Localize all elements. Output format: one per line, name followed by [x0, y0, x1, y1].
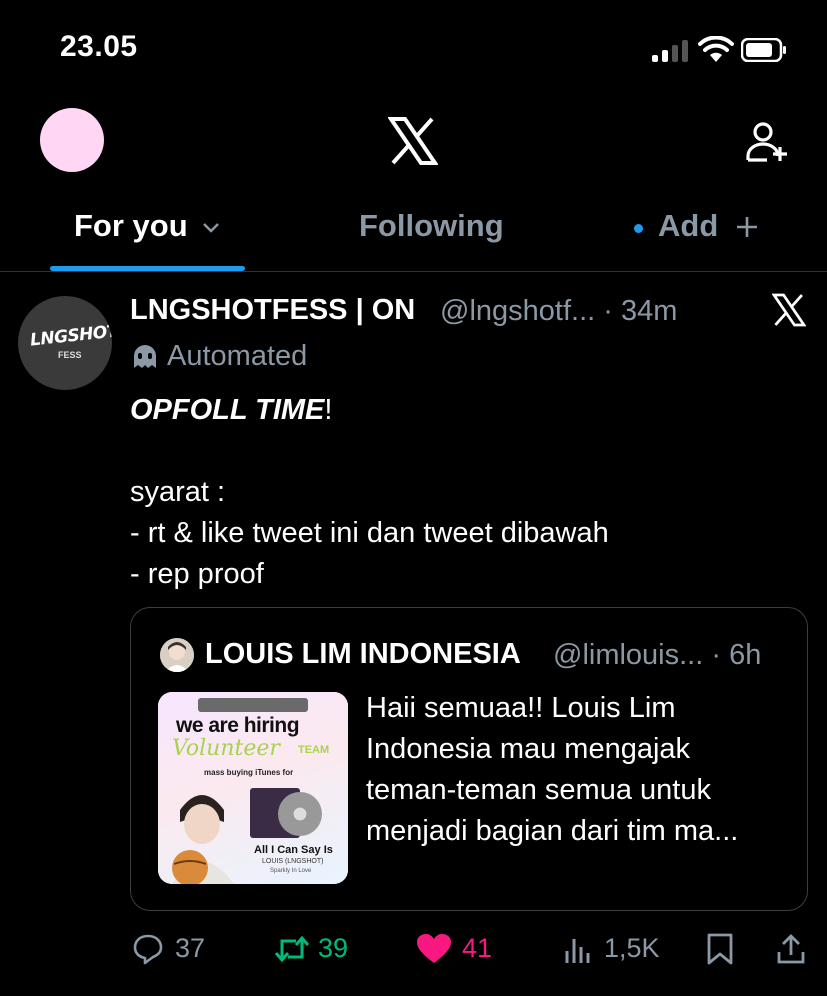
like-count: 41	[462, 933, 493, 963]
retweet-count: 39	[318, 933, 349, 963]
retweet-icon[interactable]	[274, 933, 310, 965]
bot-icon	[130, 344, 160, 372]
tweet-text-line: syarat :	[130, 476, 226, 508]
battery-icon	[741, 38, 787, 62]
tweet-author-avatar[interactable]: LNGSHOT FESS	[18, 296, 112, 390]
clipboard-clip	[198, 698, 308, 712]
tab-add[interactable]: Add	[658, 208, 718, 244]
tab-for-you[interactable]: For you	[74, 208, 188, 244]
share-icon[interactable]	[776, 933, 806, 965]
image-subtitle: mass buying iTunes for	[204, 768, 294, 777]
x-logo-icon[interactable]	[772, 293, 806, 327]
tweet-author-handle[interactable]: @lngshotf... · 34m	[440, 295, 677, 328]
image-headline: we are hiring	[176, 714, 300, 737]
image-team-text: TEAM	[298, 744, 330, 756]
add-user-icon[interactable]	[745, 120, 789, 164]
like-icon[interactable]	[416, 933, 452, 965]
quoted-author-avatar[interactable]	[160, 638, 194, 672]
profile-avatar[interactable]	[40, 108, 104, 172]
views-icon[interactable]	[563, 933, 595, 965]
image-script-text: Volunteer	[172, 736, 280, 761]
quoted-author-name[interactable]: LOUIS LIM INDONESIA	[205, 638, 521, 671]
divider	[0, 271, 827, 272]
bookmark-icon[interactable]	[706, 933, 734, 965]
quoted-tweet-text: Haii semuaa!! Louis Lim Indonesia mau me…	[366, 692, 739, 847]
x-logo-icon[interactable]	[388, 117, 438, 165]
tweet-text-emphasis: OPFOLL TIME	[130, 394, 325, 426]
tweet-text-line: - rep proof	[130, 558, 264, 590]
person-illustration	[162, 780, 242, 884]
reply-count: 37	[175, 933, 206, 963]
tweet-text: OPFOLL TIME! syarat : - rt & like tweet …	[130, 390, 810, 595]
avatar-logo-subtext: FESS	[58, 350, 82, 360]
image-song-title: All I Can Say Is	[254, 844, 333, 856]
plus-icon[interactable]	[736, 216, 758, 238]
tweet-text-exclaim: !	[324, 394, 333, 426]
wifi-icon	[698, 36, 734, 64]
new-indicator-dot	[634, 224, 643, 233]
quoted-author-handle[interactable]: @limlouis... · 6h	[553, 639, 761, 672]
image-artist: LOUIS (LNGSHOT)	[262, 858, 324, 865]
automated-label: Automated	[167, 340, 308, 372]
reply-icon[interactable]	[132, 933, 164, 965]
tweet-author-name[interactable]: LNGSHOTFESS | ON	[130, 294, 415, 327]
avatar-logo-text: LNGSHOT	[29, 321, 112, 351]
cd-disc	[278, 792, 322, 836]
quoted-tweet-image[interactable]: we are hiring Volunteer TEAM mass buying…	[158, 692, 348, 884]
image-sub-artist: Sparkly In Love	[270, 868, 312, 874]
tweet-text-line: - rt & like tweet ini dan tweet dibawah	[130, 517, 609, 549]
cellular-signal-icon	[652, 38, 688, 62]
tab-following[interactable]: Following	[359, 208, 504, 244]
status-time: 23.05	[60, 30, 138, 63]
chevron-down-icon[interactable]	[202, 222, 220, 234]
views-count: 1,5K	[604, 933, 660, 963]
